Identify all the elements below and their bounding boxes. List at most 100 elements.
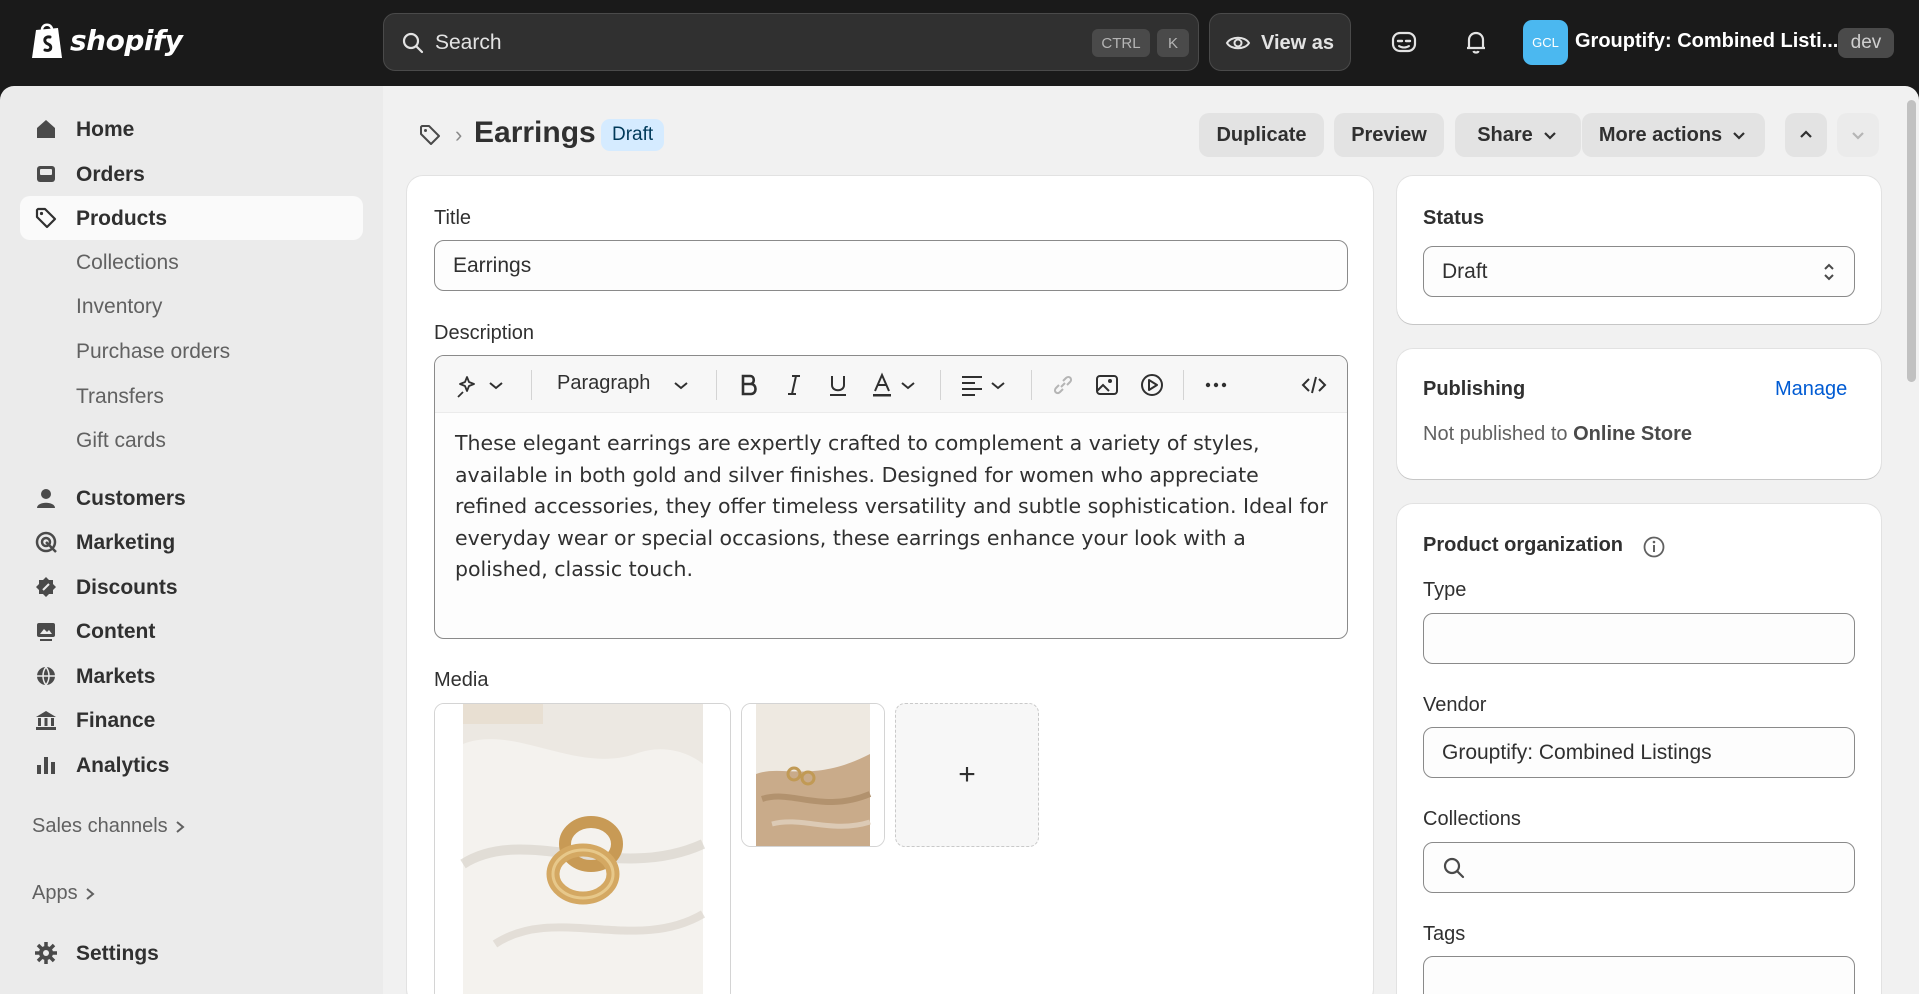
target-icon [35,531,57,553]
media-item-secondary[interactable] [741,703,885,847]
more-horizontal-icon[interactable] [1203,372,1229,398]
image-icon [37,623,55,641]
collections-search-input[interactable] [1423,842,1855,893]
sidebar-item-analytics[interactable]: Analytics [20,743,363,787]
code-view-icon[interactable] [1301,372,1327,398]
sidebar-item-settings[interactable]: Settings [20,931,363,975]
breadcrumb-separator-icon: › [455,122,463,147]
sidebar-item-label: Finance [76,709,156,732]
more-actions-label: More actions [1598,123,1723,146]
sidebar-item-discounts[interactable]: Discounts [20,565,363,609]
bold-icon[interactable] [736,372,762,398]
tags-label: Tags [1423,923,1466,945]
status-select[interactable]: Draft [1423,246,1855,297]
sidebar-item-label: Products [76,207,168,230]
insert-video-icon[interactable] [1139,372,1165,398]
vendor-input[interactable]: Grouptify: Combined Listings [1423,727,1855,778]
search-icon [1443,857,1465,878]
link-icon[interactable] [1050,372,1076,398]
toolbar-divider [716,370,717,400]
info-icon[interactable] [1642,535,1666,559]
tag-icon [35,207,57,229]
align-left-icon[interactable] [959,372,985,398]
shopify-logo[interactable]: shopify [30,20,183,60]
sidebar-item-label: Discounts [76,576,178,599]
publishing-status: Not published to Online Store [1423,423,1692,446]
description-editor[interactable]: Paragraph These elegant earrings are exp… [434,355,1348,639]
sidebar: Home Orders Products Collections Invento… [0,86,383,994]
sidekick-icon[interactable] [1389,27,1419,57]
shortcut-k-key: K [1157,29,1189,57]
sidebar-item-purchase-orders[interactable]: Purchase orders [76,340,230,364]
type-input[interactable] [1423,613,1855,664]
title-label: Title [434,207,472,229]
inbox-icon [37,166,55,182]
page-scrollbar[interactable] [1907,100,1916,382]
product-tag-icon[interactable] [418,123,442,147]
store-avatar[interactable]: GCL [1523,20,1568,65]
sidebar-item-collections[interactable]: Collections [76,251,179,275]
duplicate-button[interactable]: Duplicate [1199,113,1324,157]
editor-toolbar: Paragraph [435,356,1347,413]
sidebar-item-home[interactable]: Home [20,107,363,151]
preview-button[interactable]: Preview [1334,113,1444,157]
more-actions-button[interactable]: More actions [1582,113,1765,157]
toolbar-divider [1031,370,1032,400]
magic-sparkle-icon[interactable] [455,372,481,398]
search-bar[interactable]: Search CTRL K [383,13,1199,71]
bank-icon [36,711,56,730]
top-bar: shopify Search CTRL K View as GCL Groupt… [0,0,1919,86]
title-input[interactable]: Earrings [434,240,1348,291]
view-as-button[interactable]: View as [1209,13,1351,71]
search-placeholder: Search [435,31,502,54]
bell-icon[interactable] [1461,27,1491,57]
store-name[interactable]: Grouptify: Combined Listi... [1575,30,1838,53]
chevron-down-icon[interactable] [672,372,690,398]
sidebar-item-gift-cards[interactable]: Gift cards [76,429,166,453]
sidebar-item-label: Markets [76,665,156,688]
sidebar-item-customers[interactable]: Customers [20,476,363,520]
previous-product-button[interactable] [1785,113,1827,157]
sidebar-item-label: Home [76,118,135,141]
next-product-button[interactable] [1837,113,1879,157]
chevron-down-icon [1544,132,1556,140]
sidebar-section-sales-channels[interactable]: Sales channels [32,815,186,838]
sidebar-item-markets[interactable]: Markets [20,654,363,698]
chevron-right-icon [85,887,95,900]
vendor-label: Vendor [1423,694,1487,716]
plus-icon: + [958,758,976,791]
insert-image-icon[interactable] [1094,372,1120,398]
chevron-down-icon[interactable] [899,372,917,398]
sidebar-item-content[interactable]: Content [20,609,363,653]
sidebar-item-label: Content [76,620,156,643]
not-published-text: Not published to [1423,423,1568,445]
italic-icon[interactable] [781,372,807,398]
home-icon [37,120,55,138]
manage-link[interactable]: Manage [1775,378,1847,401]
sidebar-item-label: Analytics [76,754,170,777]
sidebar-item-finance[interactable]: Finance [20,698,363,742]
paragraph-format-select[interactable]: Paragraph [557,372,650,395]
sidebar-item-marketing[interactable]: Marketing [20,520,363,564]
chevron-down-icon[interactable] [989,372,1007,398]
underline-icon[interactable] [825,372,851,398]
bar-chart-icon [37,757,55,774]
page-title: Earrings [474,116,596,149]
share-button[interactable]: Share [1455,113,1581,157]
chevron-right-icon [176,820,185,833]
add-media-button[interactable]: + [895,703,1039,847]
sidebar-item-orders[interactable]: Orders [20,152,363,196]
sidebar-item-products[interactable]: Products [20,196,363,240]
sidebar-section-apps[interactable]: Apps [32,882,96,905]
sidebar-item-transfers[interactable]: Transfers [76,385,164,409]
toolbar-divider [1183,370,1184,400]
description-text[interactable]: These elegant earrings are expertly craf… [455,428,1330,586]
text-color-icon[interactable] [869,372,895,398]
publishing-channel: Online Store [1573,423,1693,445]
chevron-down-icon[interactable] [487,372,505,398]
tags-input[interactable] [1423,956,1855,994]
product-organization-label: Product organization [1423,534,1623,556]
media-item-primary[interactable] [434,703,731,994]
stone-earrings-photo-image [742,704,884,846]
sidebar-item-inventory[interactable]: Inventory [76,295,162,319]
